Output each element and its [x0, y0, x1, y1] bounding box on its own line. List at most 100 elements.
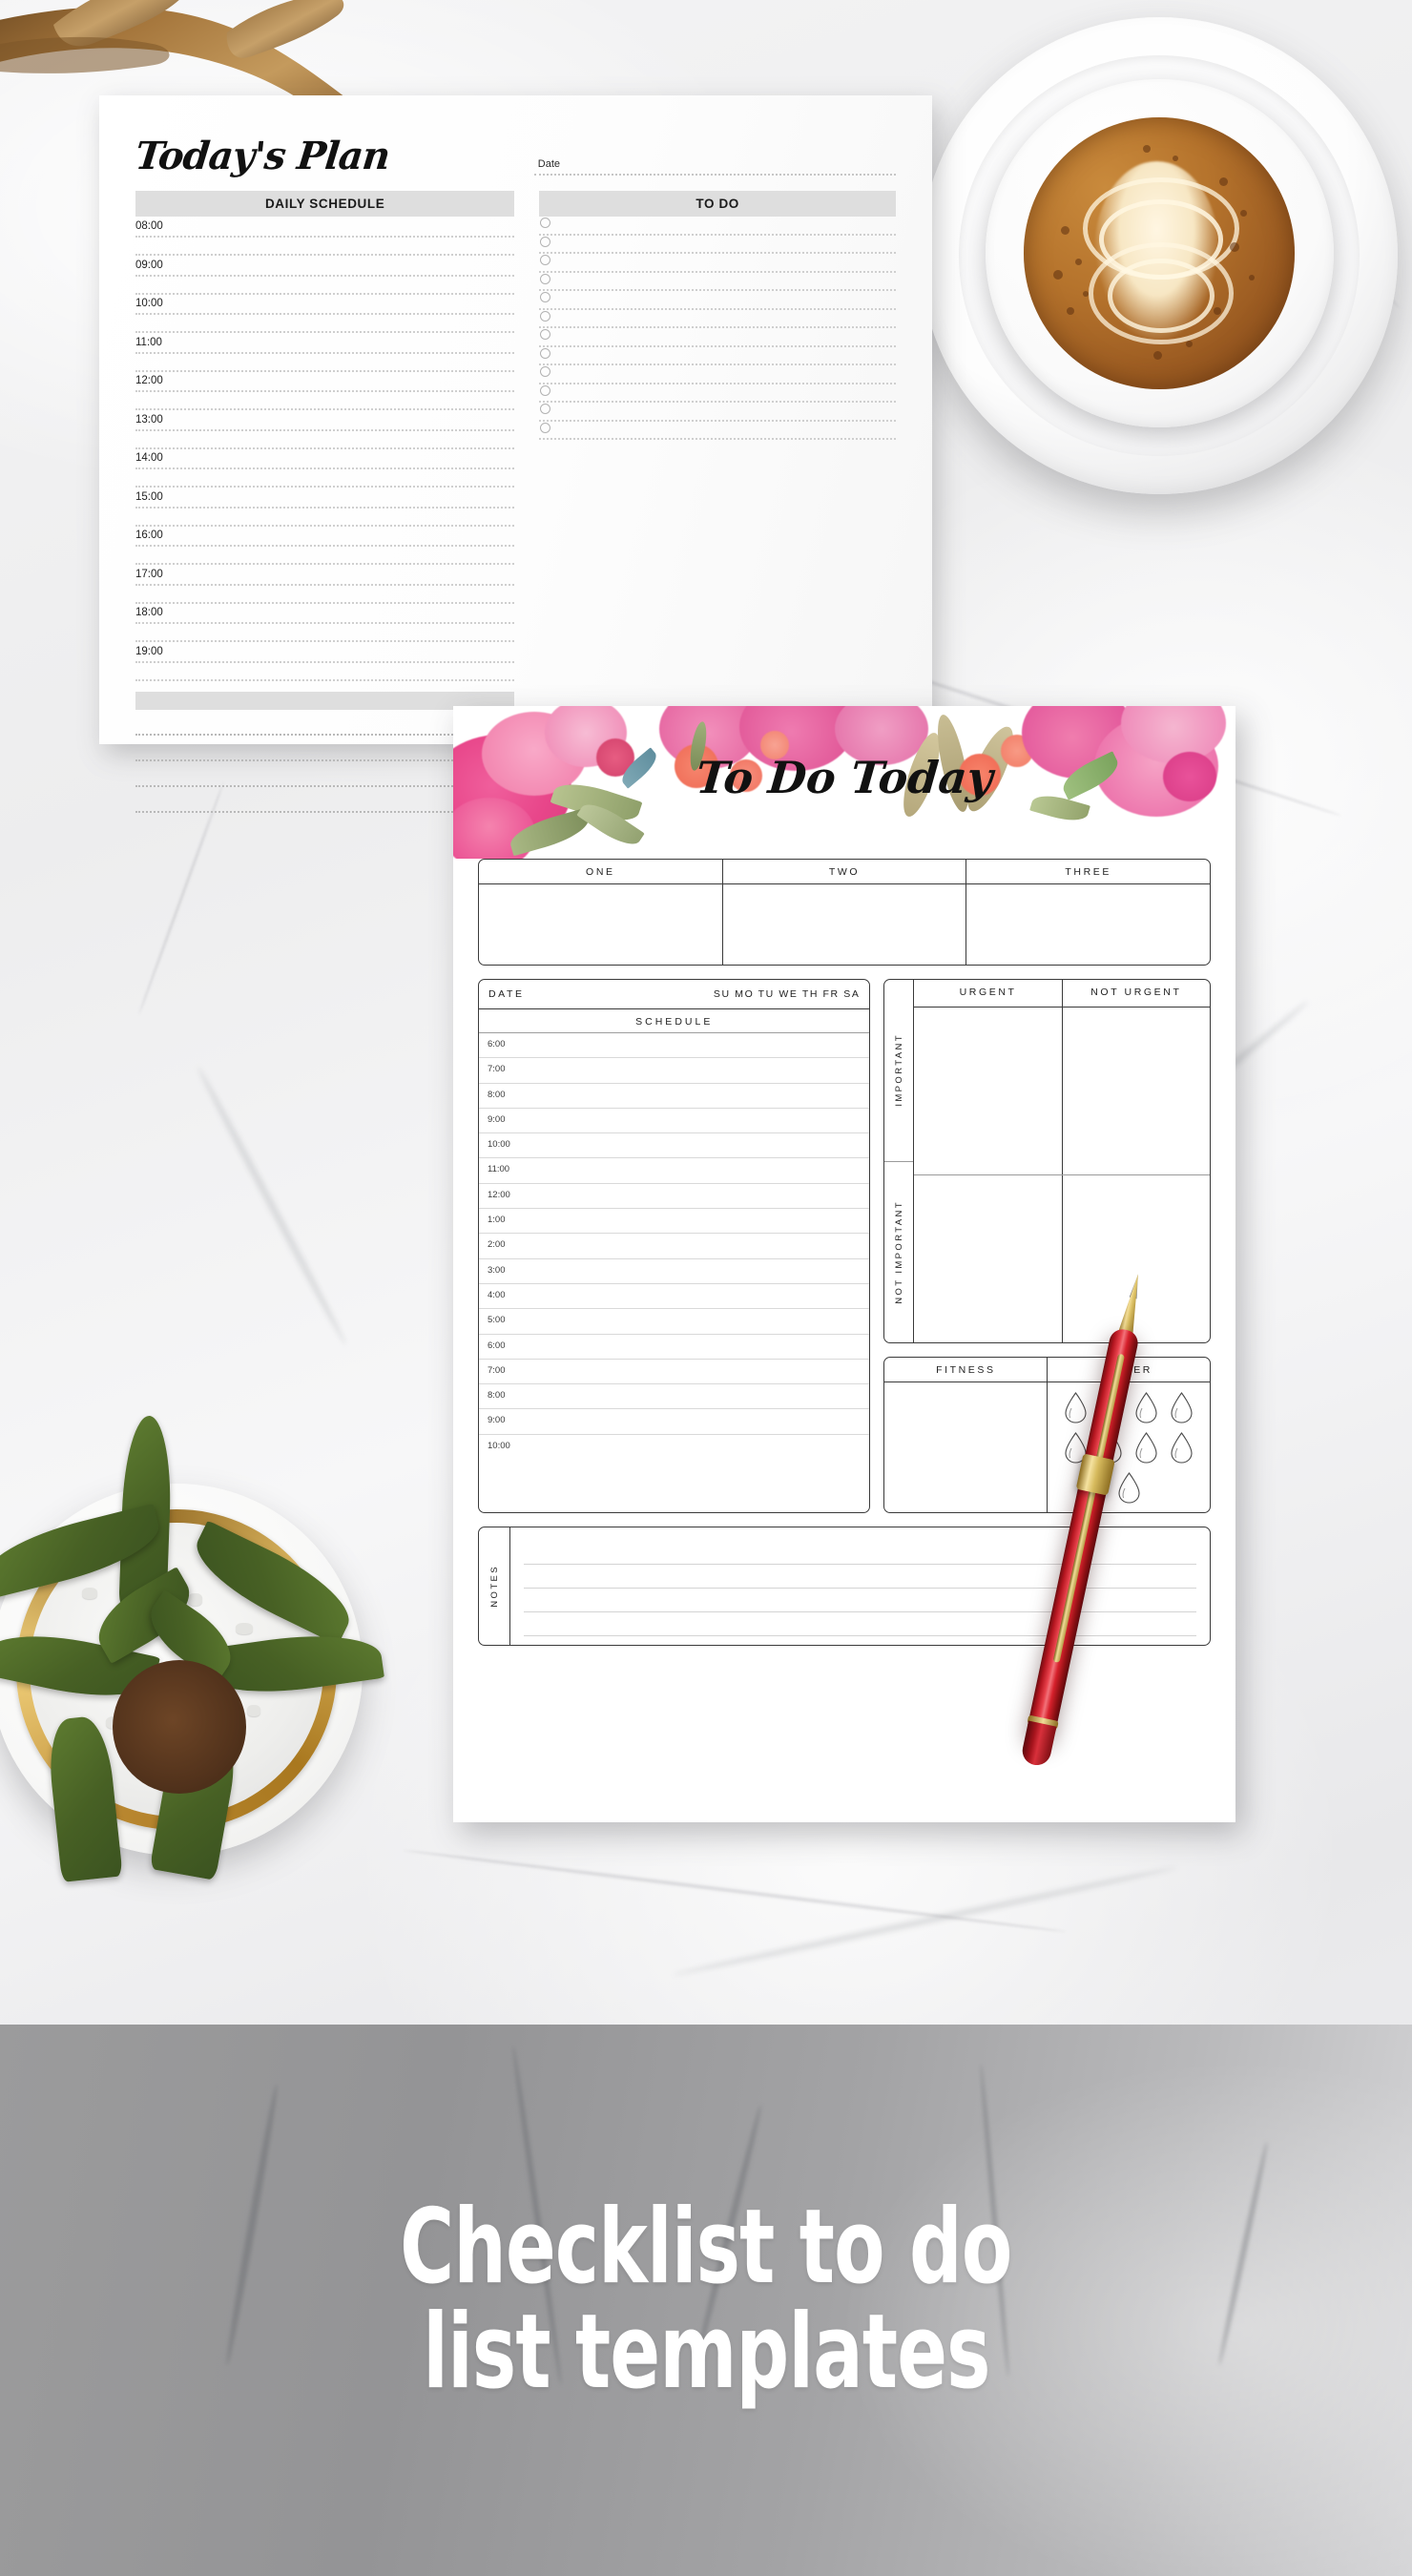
schedule-hour-row[interactable]: 10:00	[479, 1433, 870, 1459]
schedule-hour-row[interactable]: 12:00	[479, 1182, 870, 1208]
schedule-hour-label: 9:00	[488, 1415, 506, 1426]
schedule-slot[interactable]: 15:00	[135, 488, 515, 527]
schedule-hour-row[interactable]: 10:00	[479, 1132, 870, 1157]
matrix-cell-urgent-important[interactable]	[914, 1008, 1063, 1174]
schedule-hour-row[interactable]: 7:00	[479, 1057, 870, 1082]
todo-item-row[interactable]	[539, 236, 896, 254]
schedule-hour-row[interactable]: 6:00	[479, 1032, 870, 1057]
schedule-hour-label: 6:00	[488, 1039, 506, 1049]
water-drop-icon[interactable]	[1134, 1432, 1158, 1464]
todo-item-row[interactable]	[539, 422, 896, 440]
priority-one-cell[interactable]: ONE	[479, 860, 723, 965]
weekday-selector[interactable]: SU MO TU WE TH FR SA	[714, 988, 861, 1000]
schedule-slot-line	[135, 467, 515, 469]
schedule-slot[interactable]: 16:00	[135, 526, 515, 565]
checkbox-circle-icon[interactable]	[540, 255, 551, 265]
schedule-hour-label: 6:00	[488, 1340, 506, 1351]
schedule-hour-row[interactable]: 9:00	[479, 1107, 870, 1132]
schedule-hour-row[interactable]: 11:00	[479, 1157, 870, 1182]
matrix-cell-noturgent-important[interactable]	[1063, 1008, 1210, 1174]
schedule-hour-row[interactable]: 8:00	[479, 1383, 870, 1408]
todo-item-row[interactable]	[539, 217, 896, 236]
schedule-hour-row[interactable]: 3:00	[479, 1257, 870, 1283]
checkbox-circle-icon[interactable]	[540, 273, 551, 284]
fitness-input-area[interactable]	[884, 1382, 1049, 1513]
checkbox-circle-icon[interactable]	[540, 236, 551, 247]
schedule-hour-label: 7:00	[488, 1364, 506, 1376]
checkbox-circle-icon[interactable]	[540, 329, 551, 340]
schedule-hour-row[interactable]: 9:00	[479, 1408, 870, 1433]
todo-item-row[interactable]	[539, 403, 896, 422]
todo-item-row[interactable]	[539, 310, 896, 328]
planner-two-title: To Do Today	[694, 752, 995, 803]
schedule-slot[interactable]: 10:00	[135, 294, 515, 333]
schedule-slot-time: 08:00	[135, 220, 163, 232]
schedule-hour-row[interactable]: 2:00	[479, 1233, 870, 1257]
notes-label: NOTES	[488, 1565, 500, 1608]
schedule-hour-row[interactable]: 6:00	[479, 1333, 870, 1359]
schedule-slot-time: 09:00	[135, 259, 163, 271]
priority-three-cell[interactable]: THREE	[966, 860, 1211, 965]
checkbox-circle-icon[interactable]	[540, 218, 551, 228]
priority-two-cell[interactable]: TWO	[722, 860, 967, 965]
schedule-slot-line	[135, 583, 515, 586]
pen-cap	[1019, 1720, 1057, 1768]
schedule-slot[interactable]: 12:00	[135, 371, 515, 410]
checkbox-circle-icon[interactable]	[540, 310, 551, 322]
schedule-slot-line	[135, 622, 515, 624]
schedule-slot-line	[135, 313, 515, 315]
schedule-slot-line	[135, 428, 515, 431]
date-write-line[interactable]	[533, 173, 896, 176]
todo-item-row[interactable]	[539, 254, 896, 273]
schedule-hour-label: 4:00	[488, 1289, 506, 1300]
schedule-slot[interactable]: 11:00	[135, 333, 515, 372]
schedule-slot-line	[135, 390, 515, 392]
todo-item-row[interactable]	[539, 365, 896, 384]
schedule-slot[interactable]: 14:00	[135, 448, 515, 488]
priority-three-label: THREE	[966, 860, 1211, 884]
schedule-hour-label: 9:00	[488, 1113, 506, 1125]
schedule-hour-row[interactable]: 5:00	[479, 1308, 870, 1333]
schedule-hour-label: 10:00	[488, 1139, 510, 1151]
todo-item-row[interactable]	[539, 384, 896, 403]
schedule-hour-label: 2:00	[488, 1239, 506, 1251]
schedule-slot-line	[135, 274, 515, 277]
schedule-slot[interactable]: 18:00	[135, 603, 515, 642]
schedule-slot-line	[135, 351, 515, 354]
schedule-hour-row[interactable]: 4:00	[479, 1282, 870, 1308]
schedule-slot[interactable]: 13:00	[135, 410, 515, 449]
checkbox-circle-icon[interactable]	[540, 292, 551, 302]
water-drop-icon[interactable]	[1170, 1392, 1194, 1423]
schedule-hour-label: 11:00	[488, 1164, 510, 1175]
coffee-crema	[1023, 117, 1296, 389]
water-drop-icon[interactable]	[1170, 1432, 1194, 1464]
daily-schedule-header: DAILY SCHEDULE	[135, 191, 515, 217]
banner-line-2: list templates	[422, 2293, 990, 2412]
schedule-slot[interactable]: 19:00	[135, 642, 515, 681]
schedule-slot-line	[135, 506, 515, 509]
checkbox-circle-icon[interactable]	[540, 366, 551, 377]
schedule-hour-label: 1:00	[488, 1215, 506, 1226]
matrix-cell-urgent-notimportant[interactable]	[914, 1175, 1063, 1342]
checkbox-circle-icon[interactable]	[540, 404, 551, 414]
schedule-hour-label: 3:00	[488, 1264, 506, 1276]
todo-item-row[interactable]	[539, 328, 896, 347]
schedule-hour-row[interactable]: 7:00	[479, 1358, 870, 1383]
schedule-slot-time: 18:00	[135, 607, 163, 618]
schedule-hour-label: 8:00	[488, 1390, 506, 1402]
priority-two-label: TWO	[722, 860, 966, 884]
checkbox-circle-icon[interactable]	[540, 384, 551, 396]
todo-write-line	[539, 438, 896, 440]
schedule-slot[interactable]: 09:00	[135, 256, 515, 295]
schedule-hour-row[interactable]: 1:00	[479, 1208, 870, 1233]
schedule-slot[interactable]: 08:00	[135, 217, 515, 256]
todo-item-row[interactable]	[539, 347, 896, 365]
todo-item-row[interactable]	[539, 273, 896, 291]
checkbox-circle-icon[interactable]	[540, 347, 551, 359]
todo-item-row[interactable]	[539, 291, 896, 310]
schedule-slot[interactable]: 17:00	[135, 565, 515, 604]
matrix-col-not-urgent: NOT URGENT	[1090, 987, 1182, 998]
schedule-hour-row[interactable]: 8:00	[479, 1082, 870, 1108]
schedule-slot-time: 13:00	[135, 413, 163, 426]
checkbox-circle-icon[interactable]	[540, 422, 551, 433]
